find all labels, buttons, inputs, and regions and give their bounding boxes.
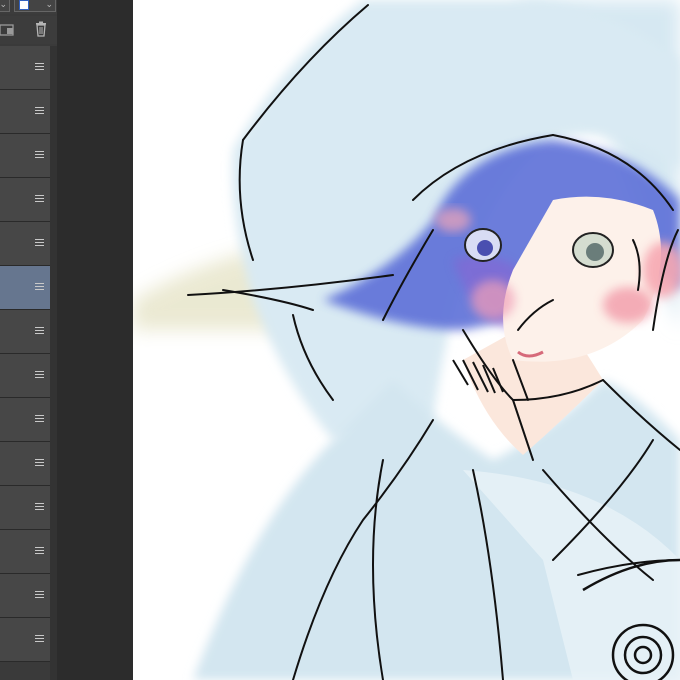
chevron-down-icon: ⌄: [0, 0, 7, 10]
layer-color-dropdown[interactable]: ⌄: [14, 0, 56, 12]
trash-icon[interactable]: [32, 20, 50, 38]
drag-handle-icon[interactable]: [35, 591, 44, 600]
layer-panel: ⌄ ⌄: [0, 0, 57, 680]
drag-handle-icon[interactable]: [35, 239, 44, 248]
drag-handle-icon[interactable]: [35, 107, 44, 116]
layer-row[interactable]: [0, 266, 50, 310]
layer-row[interactable]: [0, 354, 50, 398]
color-swatch-icon: [19, 0, 29, 10]
drawing-canvas[interactable]: [133, 0, 680, 680]
layer-row[interactable]: [0, 486, 50, 530]
layer-toolbar: [0, 16, 57, 44]
layer-row[interactable]: [0, 618, 50, 662]
new-layer-folder-icon[interactable]: [0, 20, 16, 38]
layer-row[interactable]: [0, 222, 50, 266]
drag-handle-icon[interactable]: [35, 195, 44, 204]
layer-row[interactable]: [0, 574, 50, 618]
layer-panel-scrollbar[interactable]: [50, 46, 57, 680]
layer-row[interactable]: [0, 46, 50, 90]
layer-row[interactable]: [0, 178, 50, 222]
drag-handle-icon[interactable]: [35, 503, 44, 512]
drag-handle-icon[interactable]: [35, 151, 44, 160]
layer-row[interactable]: [0, 530, 50, 574]
drag-handle-icon[interactable]: [35, 415, 44, 424]
drag-handle-icon[interactable]: [35, 547, 44, 556]
layer-list: [0, 46, 50, 662]
chevron-down-icon: ⌄: [45, 0, 53, 10]
layer-row[interactable]: [0, 310, 50, 354]
layer-row[interactable]: [0, 442, 50, 486]
drag-handle-icon[interactable]: [35, 327, 44, 336]
layer-row[interactable]: [0, 90, 50, 134]
panel-divider: [57, 0, 133, 680]
layer-row[interactable]: [0, 134, 50, 178]
blend-mode-dropdown[interactable]: ⌄: [0, 0, 10, 12]
drag-handle-icon[interactable]: [35, 635, 44, 644]
panel-top-bar: ⌄ ⌄: [0, 0, 57, 14]
drag-handle-icon[interactable]: [35, 371, 44, 380]
layer-row[interactable]: [0, 398, 50, 442]
drag-handle-icon[interactable]: [35, 63, 44, 72]
drag-handle-icon[interactable]: [35, 459, 44, 468]
drag-handle-icon[interactable]: [35, 283, 44, 292]
artwork: [133, 0, 680, 680]
